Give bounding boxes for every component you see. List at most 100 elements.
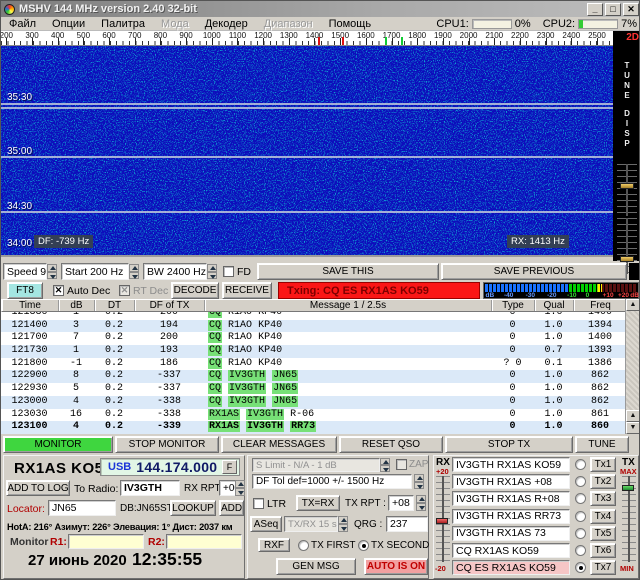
tx-message-field-7[interactable]: CQ ES RX1AS KO59 <box>452 560 570 575</box>
zap-checkbox[interactable] <box>396 459 407 470</box>
decode-row-item[interactable]: 12170070.2200CQ R1AO KP4001.01400 <box>1 332 640 345</box>
menu-item-1[interactable]: Файл <box>1 18 44 30</box>
df-tol-field[interactable]: DF Tol def=1000 +/- 1500 Hz <box>252 474 412 489</box>
2d-mode-button[interactable]: 2D <box>613 31 640 46</box>
menu-item-2[interactable]: Опции <box>44 18 93 30</box>
stop-monitor-button[interactable]: STOP MONITOR <box>115 436 219 453</box>
tx-rpt-input[interactable]: +08 <box>388 495 414 511</box>
cell-freq: 862 <box>573 396 627 409</box>
mode-button[interactable]: FT8 <box>7 282 43 299</box>
tx7-button[interactable]: Tx7 <box>590 560 616 575</box>
decode-row-item[interactable]: 12140030.2194CQ R1AO KP4001.01394 <box>1 320 640 333</box>
tx-eq-rx-button[interactable]: TX=RX <box>296 495 340 511</box>
decode-row-item[interactable]: 12173010.2193CQ R1AO KP4000.71393 <box>1 345 640 358</box>
rx-rpt-spinner[interactable] <box>235 480 245 496</box>
ltr-checkbox[interactable] <box>253 498 264 509</box>
df-tol-spinner[interactable] <box>414 474 424 489</box>
tx2-button[interactable]: Tx2 <box>590 474 616 489</box>
r2-input[interactable] <box>166 534 242 549</box>
tx-select-radio-4[interactable] <box>575 511 586 522</box>
scroll-down-icon[interactable]: ▼ <box>626 422 640 434</box>
to-radio-input[interactable]: IV3GTH <box>120 480 180 496</box>
tune-button[interactable]: TUNE <box>575 436 629 453</box>
receive-button[interactable]: RECEIVE <box>222 282 272 299</box>
auto-is-on-button[interactable]: AUTO IS ON <box>364 558 428 575</box>
txrx-period-spinner[interactable] <box>338 516 348 532</box>
decode-button[interactable]: DECODE <box>171 282 219 299</box>
reset-qso-button[interactable]: RESET QSO <box>339 436 443 453</box>
aseq-button[interactable]: ASeq <box>250 516 282 532</box>
decode-row-item[interactable]: 12293050.2-337CQ IV3GTH JN6501.0862 <box>1 383 640 396</box>
decode-row-item[interactable]: 12290080.2-337CQ IV3GTH JN6501.0862 <box>1 370 640 383</box>
cell-qual: 1.0 <box>534 396 573 409</box>
decode-row-item[interactable]: 12300040.2-338CQ IV3GTH JN6501.0862 <box>1 396 640 409</box>
txrx-period-field[interactable]: TX/RX 15 s <box>284 516 338 532</box>
menu-item-3[interactable]: Палитра <box>93 18 153 30</box>
clear-messages-button[interactable]: CLEAR MESSAGES <box>221 436 337 453</box>
cell-dt: 0.2 <box>94 358 134 371</box>
tune-slider[interactable] <box>617 164 637 216</box>
tx-select-radio-6[interactable] <box>575 545 586 556</box>
save-previous-button[interactable]: SAVE PREVIOUS <box>441 263 627 280</box>
frequency-scale[interactable]: 2003004005006007008009001000110012001300… <box>1 31 613 46</box>
stop-tx-button[interactable]: STOP TX <box>445 436 573 453</box>
tx-rpt-spinner[interactable] <box>416 495 426 511</box>
speed-spinner[interactable] <box>47 264 57 279</box>
f-button[interactable]: F <box>222 460 237 474</box>
save-this-button[interactable]: SAVE THIS <box>257 263 439 280</box>
maximize-button[interactable]: □ <box>605 3 621 16</box>
tx-message-field-2[interactable]: IV3GTH RX1AS +08 <box>452 474 570 489</box>
decode-row-item[interactable]: 12310040.2-339RX1AS IV3GTH RR7301.0860 <box>1 421 640 434</box>
rx-gain-slider[interactable] <box>436 476 450 562</box>
tx-select-radio-5[interactable] <box>575 528 586 539</box>
speed-spinbox[interactable]: Speed 9 <box>3 263 47 280</box>
minimize-button[interactable]: _ <box>587 3 603 16</box>
tx-message-field-4[interactable]: IV3GTH RX1AS RR73 <box>452 509 570 524</box>
tx3-button[interactable]: Tx3 <box>590 491 616 506</box>
lookup-button[interactable]: LOOKUP <box>170 500 216 516</box>
tx-message-field-1[interactable]: IV3GTH RX1AS KO59 <box>452 457 570 472</box>
tx-message-field-5[interactable]: IV3GTH RX1AS 73 <box>452 526 570 541</box>
tx-message-field-6[interactable]: CQ RX1AS KO59 <box>452 543 570 558</box>
monitor-button[interactable]: MONITOR <box>3 436 113 453</box>
r1-input[interactable] <box>68 534 144 549</box>
waterfall-display[interactable]: 35:3035:0034:3034:00 DF: -739 Hz RX: 141… <box>1 46 613 257</box>
close-button[interactable]: ✕ <box>623 3 639 16</box>
start-spinner[interactable] <box>129 264 139 279</box>
decode-row-item[interactable]: 123030160.2-338RX1AS IV3GTH R-0601.0861 <box>1 409 640 422</box>
menu-item-5[interactable]: Декодер <box>197 18 256 30</box>
tx5-button[interactable]: Tx5 <box>590 526 616 541</box>
tx4-button[interactable]: Tx4 <box>590 509 616 524</box>
qrg-input[interactable]: 237 <box>386 516 428 532</box>
tx-second-radio[interactable] <box>358 540 369 551</box>
table-scrollbar[interactable]: ▲ ▲ ▼ <box>625 299 639 434</box>
tx-select-radio-1[interactable] <box>575 459 586 470</box>
start-spinbox[interactable]: Start 200 Hz <box>61 263 129 280</box>
tx-first-radio[interactable] <box>298 540 309 551</box>
rxf-button[interactable]: RXF <box>258 538 290 552</box>
s-limit-spinner[interactable] <box>380 458 390 472</box>
scroll-up-icon[interactable]: ▲ <box>626 299 640 311</box>
tx-select-radio-2[interactable] <box>575 476 586 487</box>
bw-spinbox[interactable]: BW 2400 Hz <box>143 263 207 280</box>
frequency-display[interactable]: USB 144.174.000 F <box>100 458 240 476</box>
auto-dec-checkbox[interactable] <box>53 285 64 296</box>
gen-msg-button[interactable]: GEN MSG <box>276 558 356 575</box>
decode-row-item[interactable]: 12133010.2200CQ R1AO KP4001.01400 <box>1 312 640 320</box>
tx6-button[interactable]: Tx6 <box>590 543 616 558</box>
menu-item-7[interactable]: Помощь <box>321 18 380 30</box>
s-limit-field[interactable]: S Limit - N/A - 1 dB <box>252 458 380 472</box>
tx-power-slider[interactable] <box>622 476 636 562</box>
tx-message-field-3[interactable]: IV3GTH RX1AS R+08 <box>452 491 570 506</box>
tx-select-radio-3[interactable] <box>575 493 586 504</box>
scroll-up2-icon[interactable]: ▲ <box>626 410 640 422</box>
add-to-log-button[interactable]: ADD TO LOG <box>6 480 70 496</box>
decode-row-item[interactable]: 121800-10.2186CQ R1AO KP40? 00.11386 <box>1 358 640 371</box>
add-button[interactable]: ADD <box>219 500 244 516</box>
tx1-button[interactable]: Tx1 <box>590 457 616 472</box>
rt-dec-checkbox[interactable] <box>119 285 130 296</box>
locator-input[interactable]: JN65 <box>48 500 116 516</box>
bw-spinner[interactable] <box>207 264 217 279</box>
tx-select-radio-7[interactable] <box>575 562 586 573</box>
fd-checkbox[interactable] <box>223 266 234 277</box>
